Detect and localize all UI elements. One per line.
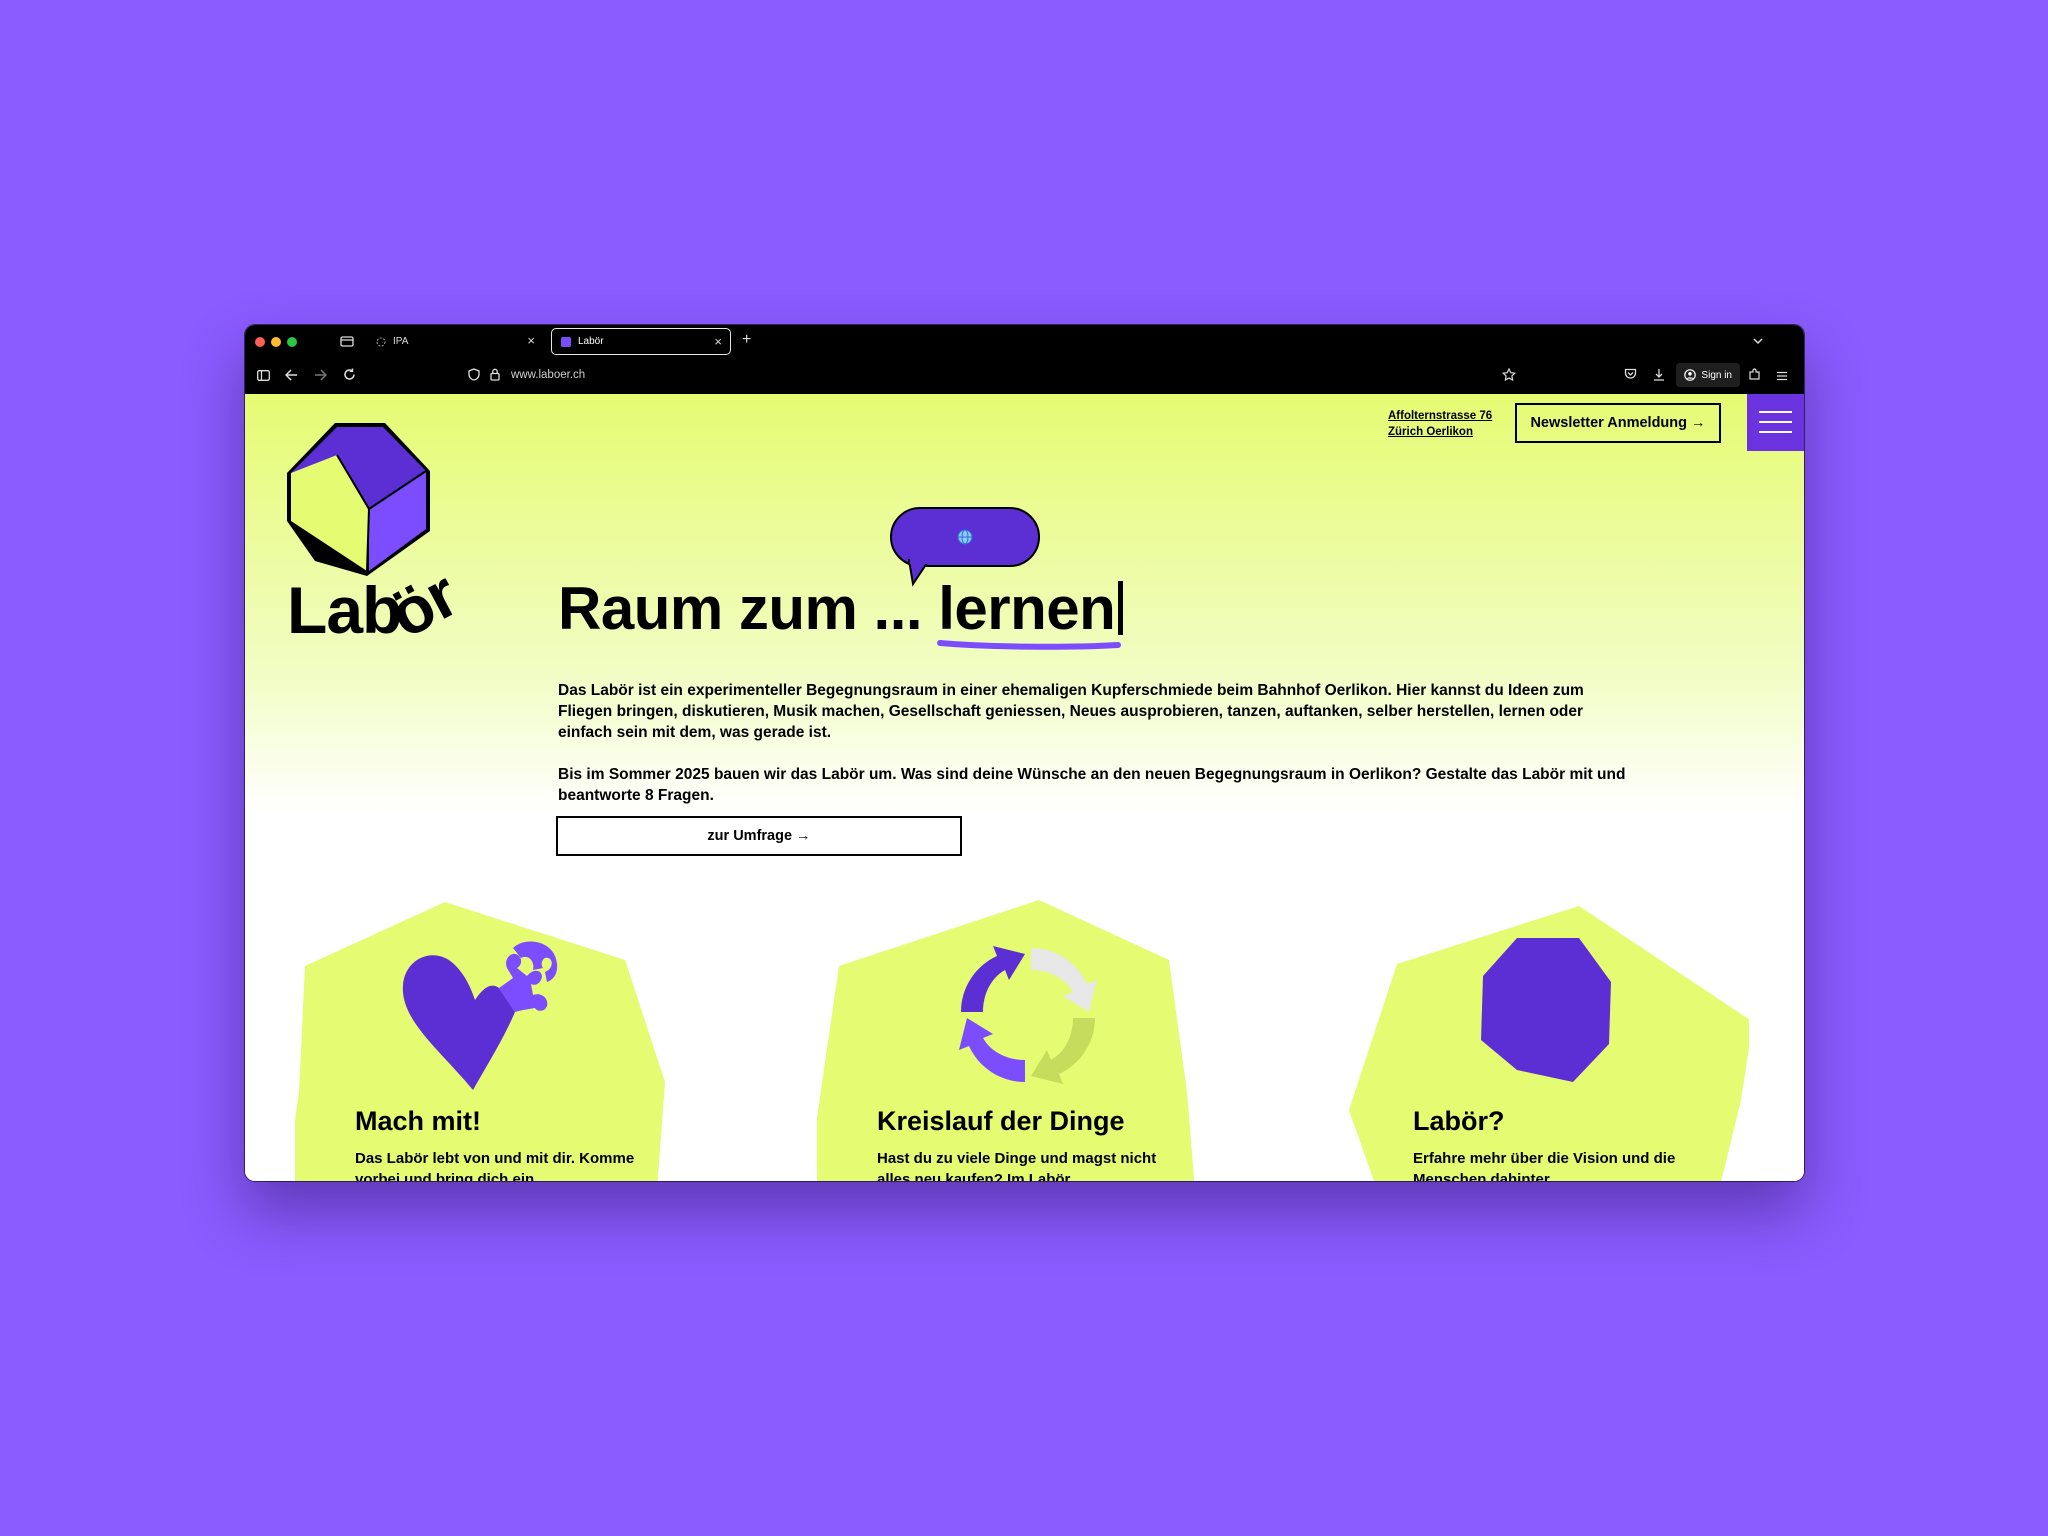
close-tab-icon[interactable]: × — [714, 334, 722, 349]
hamburger-menu-button[interactable] — [1747, 394, 1804, 451]
bookmark-star-icon[interactable] — [1501, 367, 1517, 383]
shield-icon[interactable] — [468, 368, 480, 383]
app-menu-icon[interactable] — [1776, 369, 1788, 383]
url-field[interactable]: www.laboer.ch — [511, 369, 585, 381]
close-window-button[interactable] — [255, 337, 265, 347]
address-link[interactable]: Affolternstrasse 76 Zürich Oerlikon — [1388, 408, 1492, 440]
minimize-window-button[interactable] — [271, 337, 281, 347]
back-icon[interactable] — [284, 369, 298, 383]
address-line-2: Zürich Oerlikon — [1388, 426, 1473, 438]
sidebar-icon[interactable] — [257, 369, 270, 383]
card-text: Hast du zu viele Dinge und magst nicht a… — [877, 1150, 1157, 1181]
card-title: Kreislauf der Dinge — [877, 1106, 1125, 1136]
headline-typed-word: lernen — [938, 575, 1116, 642]
newsletter-button[interactable]: Newsletter Anmeldung → — [1515, 403, 1721, 443]
labor-favicon-icon — [561, 336, 571, 347]
intro-paragraph: Das Labör ist ein experimenteller Begegn… — [558, 682, 1584, 741]
scribble-underline-icon — [937, 640, 1122, 650]
card-labor[interactable]: Labör? Erfahre mehr über die Vision und … — [1349, 900, 1749, 1181]
tab-bar: IPA × Labör × + — [245, 325, 1804, 358]
close-tab-icon[interactable]: × — [527, 333, 535, 348]
card-mach-mit[interactable]: Mach mit! Das Labör lebt von und mit dir… — [295, 900, 695, 1181]
rebuild-paragraph: Bis im Sommer 2025 bauen wir das Labör u… — [558, 766, 1626, 804]
tab-overview-icon[interactable] — [340, 335, 354, 349]
tab-label: IPA — [393, 336, 409, 347]
account-icon — [1684, 369, 1697, 381]
sign-in-button[interactable]: Sign in — [1676, 363, 1740, 387]
card-title: Labör? — [1413, 1106, 1505, 1136]
new-tab-button[interactable]: + — [742, 332, 751, 348]
tab-list-chevron-icon[interactable] — [1752, 334, 1764, 348]
forward-icon[interactable] — [314, 369, 328, 383]
sign-in-label: Sign in — [1701, 369, 1732, 381]
page-content: Affolternstrasse 76 Zürich Oerlikon News… — [245, 394, 1804, 1181]
download-icon[interactable] — [1653, 368, 1665, 383]
recycle-arrows-icon — [959, 946, 1097, 1084]
card-kreislauf[interactable]: Kreislauf der Dinge Hast du zu viele Din… — [817, 900, 1217, 1181]
tab-label: Labör — [578, 336, 604, 347]
headline-prefix: Raum zum ... — [558, 575, 923, 642]
ipa-favicon-icon — [376, 337, 386, 346]
hero-headline: Raum zum ... lernen — [558, 574, 1124, 650]
card-text: Erfahre mehr über die Vision und die Men… — [1413, 1150, 1676, 1181]
address-line-1: Affolternstrasse 76 — [1388, 410, 1493, 422]
card-text: Das Labör lebt von und mit dir. Komme vo… — [355, 1150, 635, 1181]
headline-word-wrap: lernen — [937, 574, 1124, 650]
card-title: Mach mit! — [355, 1106, 482, 1136]
heart-puzzle-icon — [402, 941, 558, 1090]
zoom-window-button[interactable] — [287, 337, 297, 347]
octagon-icon — [1481, 938, 1611, 1082]
extensions-icon[interactable] — [1748, 368, 1761, 383]
reload-icon[interactable] — [343, 368, 356, 383]
pocket-icon[interactable] — [1624, 368, 1637, 382]
lock-icon — [490, 368, 500, 383]
text-cursor — [1118, 581, 1124, 635]
logo-text: Labör — [287, 556, 469, 651]
browser-window: IPA × Labör × + www.laboer.ch Sign in Af… — [245, 325, 1804, 1181]
survey-button[interactable]: zur Umfrage → — [556, 816, 962, 856]
nav-toolbar: www.laboer.ch Sign in — [245, 358, 1804, 394]
tab-ipa[interactable]: IPA × — [367, 328, 543, 355]
tab-labor[interactable]: Labör × — [551, 328, 731, 355]
labor-logo-icon — [287, 423, 430, 576]
